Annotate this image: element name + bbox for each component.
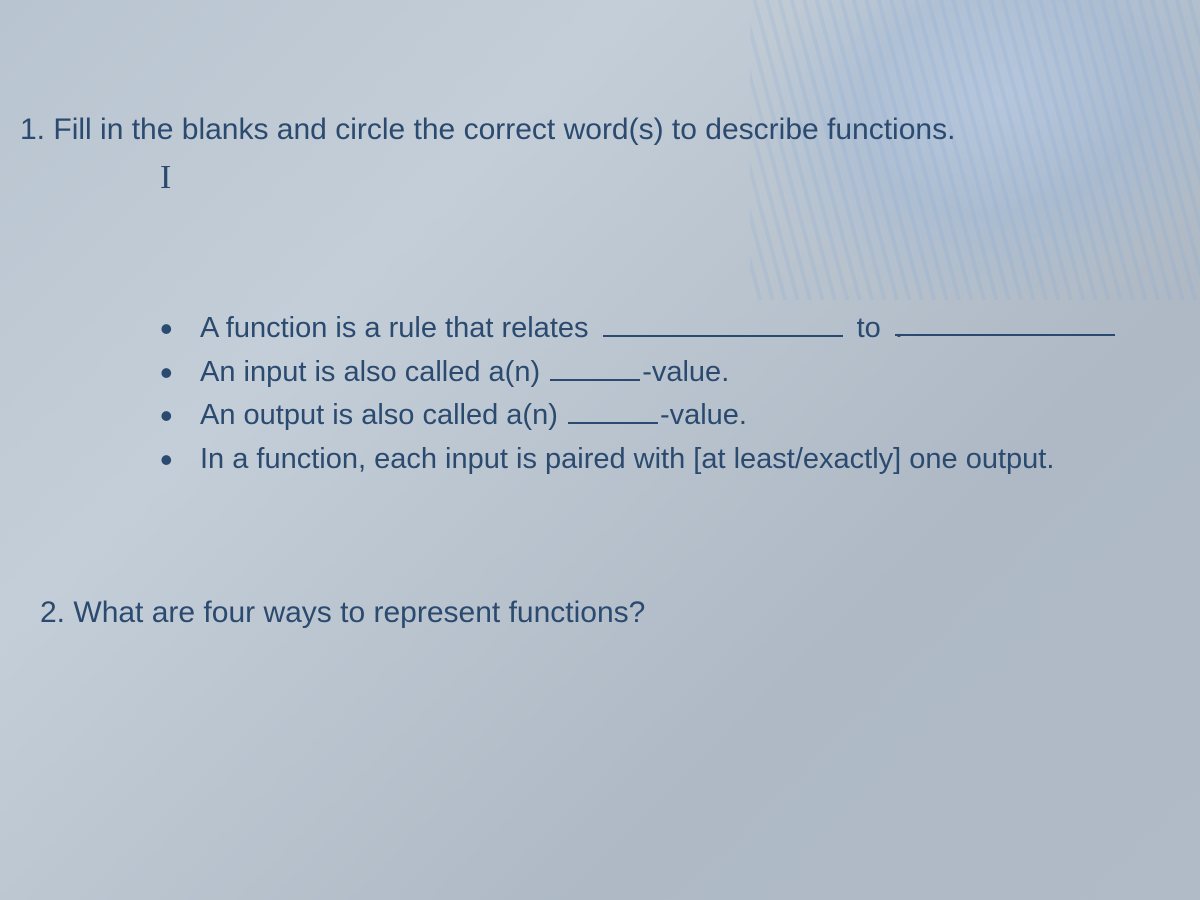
bullet-2-suffix: -value.	[642, 356, 729, 388]
bullet-1-text-a: A function is a rule that relates	[200, 312, 589, 344]
bullet-3-text-a: An output is also called a(n)	[200, 399, 558, 431]
blank-input-3[interactable]	[568, 395, 658, 424]
blank-input-2[interactable]	[550, 352, 640, 381]
bullet-1-to: to	[857, 312, 881, 344]
bullet-2-text-a: An input is also called a(n)	[200, 356, 540, 388]
bullet-item-2: An input is also called a(n) -value.	[160, 351, 1180, 395]
question-2-prompt: 2. What are four ways to represent funct…	[40, 596, 1180, 630]
document-content: 1. Fill in the blanks and circle the cor…	[0, 0, 1200, 630]
question-2-text: What are four ways to represent function…	[73, 596, 645, 629]
question-1-text: Fill in the blanks and circle the correc…	[53, 113, 955, 146]
blank-input-1b[interactable]	[895, 307, 1115, 336]
bullet-4-text: In a function, each input is paired with…	[200, 443, 1054, 475]
blank-input-1a[interactable]	[603, 308, 843, 337]
question-2-number: 2.	[40, 596, 65, 629]
bullet-item-1: A function is a rule that relates to	[160, 307, 1180, 351]
bullet-3-suffix: -value.	[660, 399, 747, 431]
text-cursor[interactable]: I	[160, 159, 1180, 197]
bullet-list: A function is a rule that relates to An …	[160, 307, 1180, 481]
bullet-item-4: In a function, each input is paired with…	[160, 438, 1180, 482]
question-1-number: 1.	[20, 113, 45, 146]
bullet-item-3: An output is also called a(n) -value.	[160, 394, 1180, 438]
question-1-prompt: 1. Fill in the blanks and circle the cor…	[20, 110, 1180, 149]
